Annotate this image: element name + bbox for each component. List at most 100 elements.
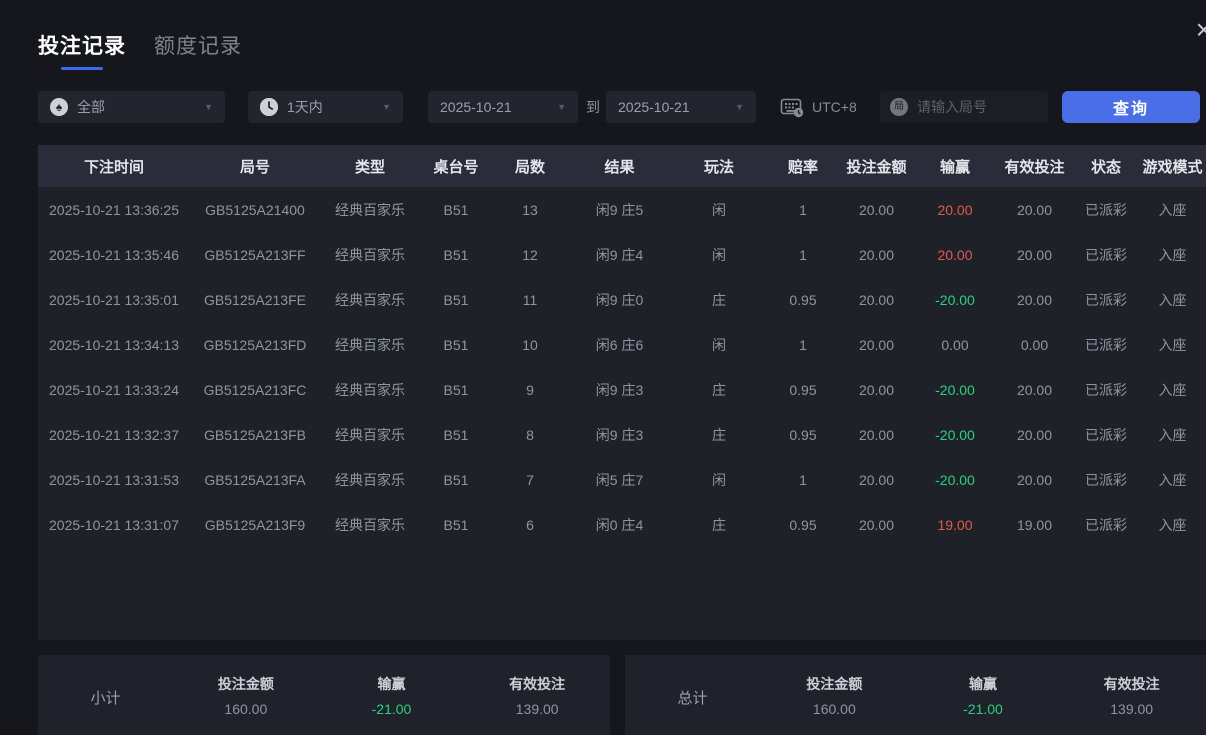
cell-play: 闲 bbox=[712, 246, 726, 263]
cell-status: 已派彩 bbox=[1085, 201, 1127, 218]
cell-mode: 入座 bbox=[1158, 426, 1187, 443]
clock-icon bbox=[260, 98, 278, 116]
column-header: 局号 bbox=[239, 158, 270, 176]
column-header: 桌台号 bbox=[433, 158, 479, 176]
summary-group-value: -21.00 bbox=[371, 700, 412, 717]
cell-games: 7 bbox=[526, 471, 534, 488]
cell-bet: 20.00 bbox=[858, 471, 895, 488]
chevron-down-icon: ▼ bbox=[204, 102, 213, 112]
summary-group-value: 139.00 bbox=[1110, 700, 1154, 717]
cell-time: 2025-10-21 13:31:07 bbox=[49, 516, 179, 533]
records-table: 下注时间 局号 类型 桌台号 局数 结果 玩法 赔率 投注金额 输赢 有效投注 状态 游戏模式 2025… bbox=[38, 145, 1206, 640]
summary-group-label: 投注金额 bbox=[217, 675, 274, 692]
close-icon[interactable]: × bbox=[1196, 16, 1206, 44]
round-number-input[interactable] bbox=[917, 99, 1038, 115]
game-type-select[interactable]: ♠ 全部 ▼ bbox=[38, 91, 225, 123]
cell-time: 2025-10-21 13:34:13 bbox=[49, 336, 179, 353]
cell-time: 2025-10-21 13:32:37 bbox=[49, 426, 179, 443]
cell-type: 经典百家乐 bbox=[335, 291, 405, 308]
cell-play: 庄 bbox=[712, 426, 726, 443]
cell-valid: 20.00 bbox=[1016, 426, 1053, 443]
cell-winloss: -20.00 bbox=[935, 291, 975, 308]
query-button[interactable]: 查询 bbox=[1062, 91, 1200, 123]
cell-odds: 0.95 bbox=[789, 426, 817, 443]
cell-bet: 20.00 bbox=[858, 201, 895, 218]
cell-mode: 入座 bbox=[1158, 201, 1187, 218]
cell-bet: 20.00 bbox=[858, 246, 895, 263]
tab-label: 投注记录 bbox=[38, 35, 126, 58]
cell-play: 闲 bbox=[712, 471, 726, 488]
summary-group-label: 输赢 bbox=[377, 675, 406, 692]
summary-group: 有效投注 139.00 bbox=[464, 674, 610, 717]
cell-result: 闲5 庄7 bbox=[595, 471, 644, 488]
cell-table_no: B51 bbox=[443, 246, 469, 263]
cell-games: 12 bbox=[522, 246, 538, 263]
round-icon: 局 bbox=[890, 98, 908, 116]
table-row: 2025-10-21 13:35:46 GB5125A213FF 经典百家乐 B51 1… bbox=[38, 232, 1206, 277]
start-date-value: 2025-10-21 bbox=[440, 99, 512, 115]
round-number-field: 局 bbox=[880, 91, 1048, 123]
cell-status: 已派彩 bbox=[1085, 471, 1127, 488]
summary-group-label: 投注金额 bbox=[806, 675, 863, 692]
start-date-picker[interactable]: 2025-10-21 ▼ bbox=[428, 91, 578, 123]
column-header: 类型 bbox=[354, 158, 385, 176]
summary-group-label: 输赢 bbox=[968, 675, 997, 692]
spade-icon: ♠ bbox=[50, 98, 68, 116]
cell-type: 经典百家乐 bbox=[335, 471, 405, 488]
cell-odds: 1 bbox=[799, 201, 807, 218]
cell-round_id: GB5125A21400 bbox=[205, 201, 305, 218]
table-row: 2025-10-21 13:33:24 GB5125A213FC 经典百家乐 B51 9… bbox=[38, 367, 1206, 412]
cell-bet: 20.00 bbox=[858, 516, 895, 533]
cell-valid: 20.00 bbox=[1016, 381, 1053, 398]
cell-mode: 入座 bbox=[1158, 471, 1187, 488]
cell-play: 庄 bbox=[712, 291, 726, 308]
cell-type: 经典百家乐 bbox=[335, 381, 405, 398]
summary-group-label: 有效投注 bbox=[509, 675, 566, 692]
cell-time: 2025-10-21 13:35:46 bbox=[49, 246, 179, 263]
time-range-select[interactable]: 1天内 ▼ bbox=[248, 91, 403, 123]
cell-valid: 20.00 bbox=[1016, 291, 1053, 308]
cell-bet: 20.00 bbox=[858, 426, 895, 443]
table-row: 2025-10-21 13:36:25 GB5125A21400 经典百家乐 B51 1… bbox=[38, 187, 1206, 232]
table-row: 2025-10-21 13:35:01 GB5125A213FE 经典百家乐 B51 1… bbox=[38, 277, 1206, 322]
cell-valid: 20.00 bbox=[1016, 246, 1053, 263]
timezone-indicator: UTC+8 bbox=[780, 91, 857, 123]
cell-games: 8 bbox=[526, 426, 534, 443]
cell-mode: 入座 bbox=[1158, 246, 1187, 263]
cell-table_no: B51 bbox=[443, 381, 469, 398]
cell-round_id: GB5125A213FE bbox=[204, 291, 306, 308]
cell-odds: 0.95 bbox=[789, 516, 817, 533]
cell-round_id: GB5125A213FB bbox=[204, 426, 306, 443]
cell-valid: 20.00 bbox=[1016, 201, 1053, 218]
summary-group-value: -21.00 bbox=[963, 700, 1003, 717]
column-header: 投注金额 bbox=[846, 158, 907, 176]
cell-winloss: -20.00 bbox=[935, 471, 975, 488]
cell-round_id: GB5125A213FF bbox=[204, 246, 306, 263]
summary-group: 投注金额 160.00 bbox=[760, 674, 909, 717]
cell-table_no: B51 bbox=[443, 426, 469, 443]
end-date-picker[interactable]: 2025-10-21 ▼ bbox=[606, 91, 756, 123]
cell-games: 11 bbox=[522, 291, 538, 308]
tab-quota-records[interactable]: 额度记录 bbox=[154, 30, 242, 72]
cell-type: 经典百家乐 bbox=[335, 516, 405, 533]
total-panel: 总计 投注金额 160.00 输赢 -21.00 有效投注 139.00 bbox=[625, 655, 1206, 735]
cell-odds: 1 bbox=[799, 471, 807, 488]
tab-betting-records[interactable]: 投注记录 bbox=[38, 30, 126, 72]
cell-result: 闲9 庄4 bbox=[595, 246, 644, 263]
cell-result: 闲9 庄0 bbox=[595, 291, 644, 308]
game-type-value: 全部 bbox=[77, 99, 105, 115]
cell-bet: 20.00 bbox=[858, 381, 895, 398]
summary-group-label: 有效投注 bbox=[1103, 675, 1160, 692]
summary-group-value: 139.00 bbox=[515, 700, 559, 717]
cell-odds: 1 bbox=[799, 336, 807, 353]
column-header: 玩法 bbox=[703, 158, 734, 176]
cell-table_no: B51 bbox=[443, 201, 469, 218]
cell-table_no: B51 bbox=[443, 291, 469, 308]
betting-records-page: × 投注记录 额度记录 ♠ 全部 ▼ 1天内 ▼ 2025-10-21 ▼ 到 bbox=[0, 0, 1206, 735]
date-range-to-label: 到 bbox=[586, 99, 600, 115]
summary-group-value: 160.00 bbox=[224, 700, 268, 717]
cell-status: 已派彩 bbox=[1085, 426, 1127, 443]
cell-valid: 19.00 bbox=[1016, 516, 1053, 533]
cell-result: 闲0 庄4 bbox=[595, 516, 644, 533]
table-row: 2025-10-21 13:32:37 GB5125A213FB 经典百家乐 B51 8… bbox=[38, 412, 1206, 457]
